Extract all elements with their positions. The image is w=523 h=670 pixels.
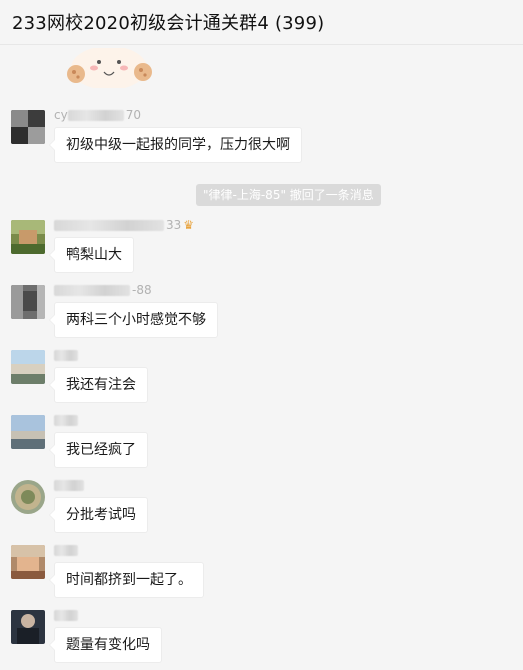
avatar[interactable] [11,480,45,514]
blurred-name [54,480,84,491]
avatar[interactable] [11,415,45,449]
sender-name [54,607,80,623]
blurred-name [54,610,78,621]
blurred-name [54,285,130,296]
chat-header: 233网校2020初级会计通关群4 (399) [0,0,523,45]
avatar[interactable] [11,610,45,644]
cartoon-sticker [67,48,152,88]
sender-name: -88 [54,282,152,298]
chat-title: 233网校2020初级会计通关群4 (399) [12,13,325,34]
crown-icon: ♛ [183,218,195,232]
message-bubble[interactable]: 我还有注会 [49,367,148,403]
avatar[interactable] [11,110,45,144]
sender-name [54,542,80,558]
message-bubble[interactable]: 两科三个小时感觉不够 [49,302,218,338]
sender-name: cy 70 [54,107,141,123]
blurred-name [54,350,78,361]
avatar[interactable] [11,285,45,319]
message-bubble[interactable]: 时间都挤到一起了。 [49,562,204,598]
sender-name [54,477,86,493]
message-bubble[interactable]: 我已经疯了 [49,432,148,468]
avatar[interactable] [11,220,45,254]
message-bubble[interactable]: 题量有变化吗 [49,627,162,663]
sender-name [54,412,80,428]
sender-name-prefix: cy [54,108,68,122]
avatar[interactable] [11,350,45,384]
blurred-name [54,545,78,556]
blurred-name [67,110,124,121]
sender-name-suffix: -88 [132,283,152,297]
recall-notice: "律律-上海-85" 撤回了一条消息 [196,184,381,206]
sender-name-suffix: 70 [125,108,141,122]
message-bubble[interactable]: 鸭梨山大 [49,237,134,273]
message-bubble[interactable]: 初级中级一起报的同学，压力很大啊 [49,127,302,163]
blurred-name [54,220,164,231]
sender-name [54,347,80,363]
message-bubble[interactable]: 分批考试吗 [49,497,148,533]
blurred-name [54,415,78,426]
avatar[interactable] [11,545,45,579]
sender-name: 33 ♛ [54,217,194,233]
sender-name-suffix: 33 [166,218,182,232]
